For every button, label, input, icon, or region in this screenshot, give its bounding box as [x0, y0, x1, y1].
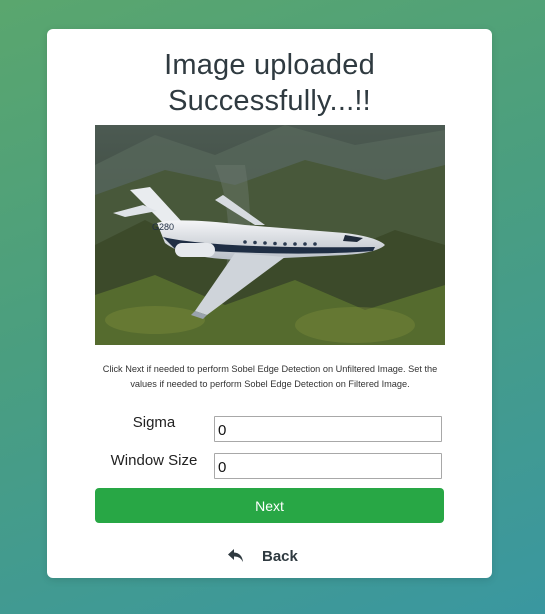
- upload-result-card: Image uploaded Successfully...!! G280 Cl…: [47, 29, 492, 578]
- title-line-1: Image uploaded: [164, 49, 375, 81]
- uploaded-image: G280: [95, 125, 445, 345]
- sigma-input[interactable]: [214, 416, 442, 442]
- back-link[interactable]: Back: [227, 546, 327, 566]
- back-label: Back: [262, 547, 298, 565]
- title-line-2: Successfully...!!: [168, 85, 371, 117]
- page-title: Image uploaded Successfully...!!: [47, 47, 492, 119]
- instructions-text: Click Next if needed to perform Sobel Ed…: [102, 364, 438, 389]
- svg-text:G280: G280: [152, 222, 174, 232]
- sigma-label: Sigma: [132, 414, 176, 431]
- next-button[interactable]: Next: [95, 488, 444, 523]
- reply-arrow-icon: [227, 548, 245, 564]
- window-size-input[interactable]: [214, 453, 442, 479]
- window-size-label: Window Size: [110, 452, 198, 469]
